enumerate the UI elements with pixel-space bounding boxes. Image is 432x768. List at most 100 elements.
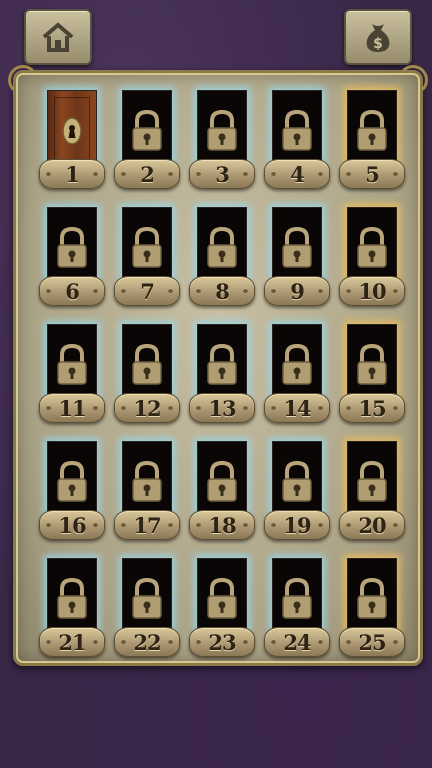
level-number: 11 (58, 395, 86, 421)
level-number: 20 (358, 512, 386, 538)
level-number: 16 (58, 512, 86, 538)
padlock-icon (57, 577, 87, 619)
level-16-button[interactable]: 16 (37, 431, 107, 541)
home-button[interactable] (24, 9, 92, 65)
home-icon (42, 22, 74, 52)
level-17-button[interactable]: 17 (112, 431, 182, 541)
padlock-icon (357, 226, 387, 268)
level-number-plate: 1 (39, 159, 105, 189)
level-number-plate: 10 (339, 276, 405, 306)
level-number: 23 (208, 629, 236, 655)
level-number: 15 (358, 395, 386, 421)
level-number-plate: 18 (189, 510, 255, 540)
level-5-button[interactable]: 5 (337, 80, 407, 190)
level-13-button[interactable]: 13 (187, 314, 257, 424)
padlock-icon (282, 577, 312, 619)
level-number-plate: 24 (264, 627, 330, 657)
level-8-button[interactable]: 8 (187, 197, 257, 307)
padlock-icon (132, 460, 162, 502)
level-number-plate: 13 (189, 393, 255, 423)
level-15-button[interactable]: 15 (337, 314, 407, 424)
padlock-icon (57, 460, 87, 502)
level-number: 25 (358, 629, 386, 655)
level-number-plate: 16 (39, 510, 105, 540)
level-22-button[interactable]: 22 (112, 548, 182, 658)
level-number-plate: 6 (39, 276, 105, 306)
padlock-icon (207, 226, 237, 268)
padlock-icon (282, 343, 312, 385)
padlock-icon (357, 460, 387, 502)
level-number: 22 (133, 629, 161, 655)
level-number-plate: 15 (339, 393, 405, 423)
level-number: 6 (65, 278, 80, 304)
level-12-button[interactable]: 12 (112, 314, 182, 424)
padlock-icon (357, 577, 387, 619)
padlock-icon (207, 343, 237, 385)
level-number: 9 (290, 278, 305, 304)
padlock-icon (132, 343, 162, 385)
padlock-icon (282, 460, 312, 502)
level-number: 19 (283, 512, 311, 538)
level-number-plate: 20 (339, 510, 405, 540)
padlock-icon (357, 343, 387, 385)
padlock-icon (207, 577, 237, 619)
padlock-icon (132, 109, 162, 151)
padlock-icon (132, 226, 162, 268)
padlock-icon (207, 460, 237, 502)
padlock-icon (282, 109, 312, 151)
level-number-plate: 7 (114, 276, 180, 306)
level-11-button[interactable]: 11 (37, 314, 107, 424)
level-number-plate: 12 (114, 393, 180, 423)
level-number: 24 (283, 629, 311, 655)
level-number: 17 (133, 512, 161, 538)
padlock-icon (132, 577, 162, 619)
level-grid: 1 2 3 4 5 6 7 8 9 10 11 12 13 14 15 16 17 18 19 20 21 22 23 24 2… (16, 73, 420, 663)
level-number: 21 (58, 629, 86, 655)
level-number-plate: 3 (189, 159, 255, 189)
level-number: 1 (65, 161, 80, 187)
level-21-button[interactable]: 21 (37, 548, 107, 658)
level-1-button[interactable]: 1 (37, 80, 107, 190)
level-number-plate: 8 (189, 276, 255, 306)
padlock-icon (207, 109, 237, 151)
level-6-button[interactable]: 6 (37, 197, 107, 307)
level-10-button[interactable]: 10 (337, 197, 407, 307)
level-20-button[interactable]: 20 (337, 431, 407, 541)
padlock-icon (357, 109, 387, 151)
level-number: 8 (215, 278, 230, 304)
level-number-plate: 14 (264, 393, 330, 423)
level-number-plate: 19 (264, 510, 330, 540)
level-number-plate: 25 (339, 627, 405, 657)
svg-text:$: $ (373, 36, 383, 52)
level-board: 1 2 3 4 5 6 7 8 9 10 11 12 13 14 15 16 17 18 19 20 21 22 23 24 2… (8, 65, 428, 666)
level-number-plate: 2 (114, 159, 180, 189)
level-18-button[interactable]: 18 (187, 431, 257, 541)
level-number-plate: 4 (264, 159, 330, 189)
level-number: 14 (283, 395, 311, 421)
shop-button[interactable]: $ (344, 9, 412, 65)
money-bag-icon: $ (366, 24, 390, 52)
level-number-plate: 9 (264, 276, 330, 306)
level-number: 18 (208, 512, 236, 538)
level-number: 2 (140, 161, 155, 187)
level-3-button[interactable]: 3 (187, 80, 257, 190)
level-number: 10 (358, 278, 386, 304)
padlock-icon (282, 226, 312, 268)
level-24-button[interactable]: 24 (262, 548, 332, 658)
level-number: 3 (215, 161, 230, 187)
level-7-button[interactable]: 7 (112, 197, 182, 307)
level-number-plate: 17 (114, 510, 180, 540)
level-number-plate: 5 (339, 159, 405, 189)
level-14-button[interactable]: 14 (262, 314, 332, 424)
level-19-button[interactable]: 19 (262, 431, 332, 541)
level-25-button[interactable]: 25 (337, 548, 407, 658)
level-number-plate: 11 (39, 393, 105, 423)
level-number: 13 (208, 395, 236, 421)
level-number: 5 (365, 161, 380, 187)
level-number: 7 (140, 278, 155, 304)
keyhole-icon (62, 117, 82, 145)
level-23-button[interactable]: 23 (187, 548, 257, 658)
level-9-button[interactable]: 9 (262, 197, 332, 307)
level-4-button[interactable]: 4 (262, 80, 332, 190)
level-2-button[interactable]: 2 (112, 80, 182, 190)
